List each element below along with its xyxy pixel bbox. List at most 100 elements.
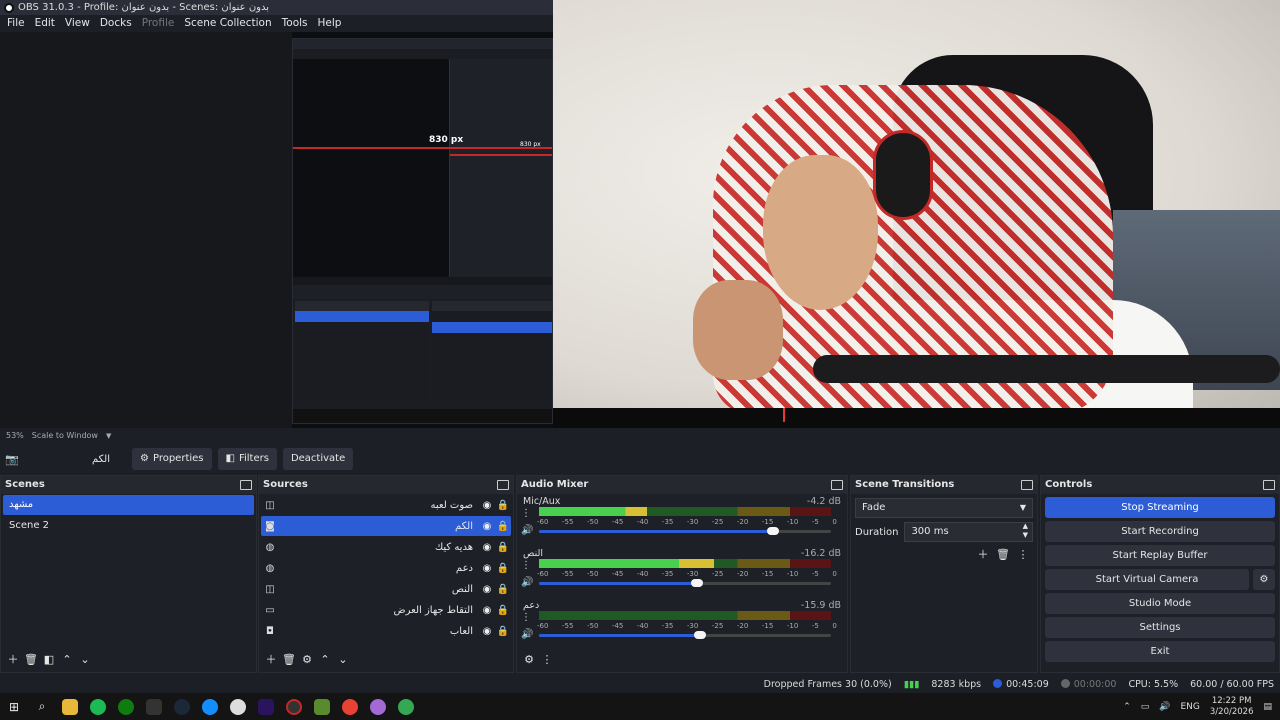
menu-tools[interactable]: Tools [277,15,313,32]
start-virtual-camera-button[interactable]: Start Virtual Camera [1045,569,1249,590]
duration-spinbox[interactable]: 300 ms ▲ ▼ [904,522,1033,542]
premiere-pro-icon[interactable] [252,693,280,720]
steam-icon[interactable] [168,693,196,720]
menu-docks[interactable]: Docks [95,15,137,32]
filter-icon[interactable]: ◧ [41,651,57,667]
language-indicator[interactable]: ENG [1180,702,1199,712]
windows-start-icon[interactable]: ⊞ [0,693,28,720]
source-row[interactable]: ◍ هديه كيك ◉ 🔒 [261,537,511,557]
chevron-down-icon[interactable]: ⌄ [77,651,93,667]
stop-streaming-button[interactable]: Stop Streaming [1045,497,1275,518]
undock-icon[interactable] [497,480,509,490]
eye-icon[interactable]: ◉ [479,584,495,595]
chevron-up-icon[interactable]: ⌃ [59,651,75,667]
chrome-icon[interactable] [392,693,420,720]
volume-icon[interactable]: 🔊 [521,577,533,588]
spotify-icon[interactable] [84,693,112,720]
lock-icon[interactable]: 🔒 [495,605,511,616]
menu-view[interactable]: View [60,15,95,32]
trash-icon[interactable]: 🗑 [23,651,39,667]
chrome-icon[interactable] [336,693,364,720]
transition-select[interactable]: Fade ▼ [855,498,1033,518]
volume-icon[interactable]: 🔊 [521,629,533,640]
minecraft-icon[interactable] [308,693,336,720]
source-row[interactable]: ◫ النص ◉ 🔒 [261,579,511,599]
more-options-icon[interactable]: ⋮ [521,560,533,571]
start-recording-button[interactable]: Start Recording [1045,521,1275,542]
epic-games-icon[interactable] [140,693,168,720]
zoom-mode-select[interactable]: Scale to Window [32,428,98,444]
source-row[interactable]: ◘ العاب ◉ 🔒 [261,621,511,641]
chevron-up-icon[interactable]: ⌃ [1123,702,1131,712]
volume-slider-handle[interactable] [690,579,703,587]
gear-icon[interactable]: ⚙ [299,651,315,667]
lock-icon[interactable]: 🔒 [495,542,511,553]
scene-item[interactable]: مشهد [3,495,254,515]
lock-icon[interactable]: 🔒 [495,563,511,574]
more-options-icon[interactable]: ⋮ [1015,546,1031,562]
add-icon[interactable]: ＋ [975,546,991,562]
notifications-icon[interactable]: ▤ [1263,702,1272,712]
volume-icon[interactable]: 🔊 [521,525,533,536]
deactivate-button[interactable]: Deactivate [282,448,354,470]
volume-slider[interactable] [539,579,831,587]
chevron-up-icon[interactable]: ⌃ [317,651,333,667]
filters-button[interactable]: ◧ Filters [217,448,277,470]
network-icon[interactable]: ▭ [1141,702,1150,712]
file-explorer-icon[interactable] [56,693,84,720]
menu-file[interactable]: File [2,15,30,32]
battlenet-icon[interactable] [196,693,224,720]
search-icon[interactable]: ⌕ [28,693,56,720]
undock-icon[interactable] [1263,480,1275,490]
app-icon[interactable] [224,693,252,720]
eye-icon[interactable]: ◉ [479,605,495,616]
settings-button[interactable]: Settings [1045,617,1275,638]
undock-icon[interactable] [1021,480,1033,490]
source-row[interactable]: ◫ صوت لعبه ◉ 🔒 [261,495,511,515]
trash-icon[interactable]: 🗑 [995,546,1011,562]
gear-icon[interactable]: ⚙ [1253,569,1275,590]
chevron-down-icon[interactable]: ⌄ [335,651,351,667]
menu-profile[interactable]: Profile [137,15,180,32]
properties-button[interactable]: ⚙ Properties [132,448,212,470]
trash-icon[interactable]: 🗑 [281,651,297,667]
clock[interactable]: 12:22 PM 3/20/2026 [1210,696,1254,718]
add-icon[interactable]: ＋ [263,651,279,667]
more-options-icon[interactable]: ⋮ [539,651,555,667]
start-replay-buffer-button[interactable]: Start Replay Buffer [1045,545,1275,566]
menu-help[interactable]: Help [313,15,347,32]
eye-icon[interactable]: ◉ [479,563,495,574]
exit-button[interactable]: Exit [1045,641,1275,662]
volume-slider[interactable] [539,527,831,535]
advanced-audio-icon[interactable]: ⚙ [521,651,537,667]
lock-icon[interactable]: 🔒 [495,500,511,511]
volume-slider-handle[interactable] [766,527,779,535]
browser-profile-icon[interactable] [364,693,392,720]
xbox-icon[interactable] [112,693,140,720]
eye-icon[interactable]: ◉ [479,542,495,553]
volume-slider-handle[interactable] [693,631,706,639]
eye-icon[interactable]: ◉ [479,521,495,532]
menu-edit[interactable]: Edit [30,15,60,32]
undock-icon[interactable] [831,480,843,490]
scene-item[interactable]: Scene 2 [3,516,254,536]
more-options-icon[interactable]: ⋮ [521,508,533,519]
source-row[interactable]: ◙ الكم ◉ 🔒 [261,516,511,536]
studio-mode-button[interactable]: Studio Mode [1045,593,1275,614]
source-row[interactable]: ◍ دعم ◉ 🔒 [261,558,511,578]
volume-icon[interactable]: 🔊 [1159,702,1170,712]
obs-icon[interactable] [280,693,308,720]
undock-icon[interactable] [240,480,252,490]
lock-icon[interactable]: 🔒 [495,584,511,595]
eye-icon[interactable]: ◉ [479,626,495,637]
volume-slider[interactable] [539,631,831,639]
chevron-down-icon[interactable]: ▼ [106,428,111,444]
more-options-icon[interactable]: ⋮ [521,612,533,623]
lock-icon[interactable]: 🔒 [495,626,511,637]
spin-arrows-icon[interactable]: ▲ ▼ [1023,522,1028,540]
source-row[interactable]: ▭ التقاط جهاز العرض ◉ 🔒 [261,600,511,620]
add-icon[interactable]: ＋ [5,651,21,667]
menu-scene-collection[interactable]: Scene Collection [179,15,276,32]
eye-icon[interactable]: ◉ [479,500,495,511]
lock-icon[interactable]: 🔒 [495,521,511,532]
